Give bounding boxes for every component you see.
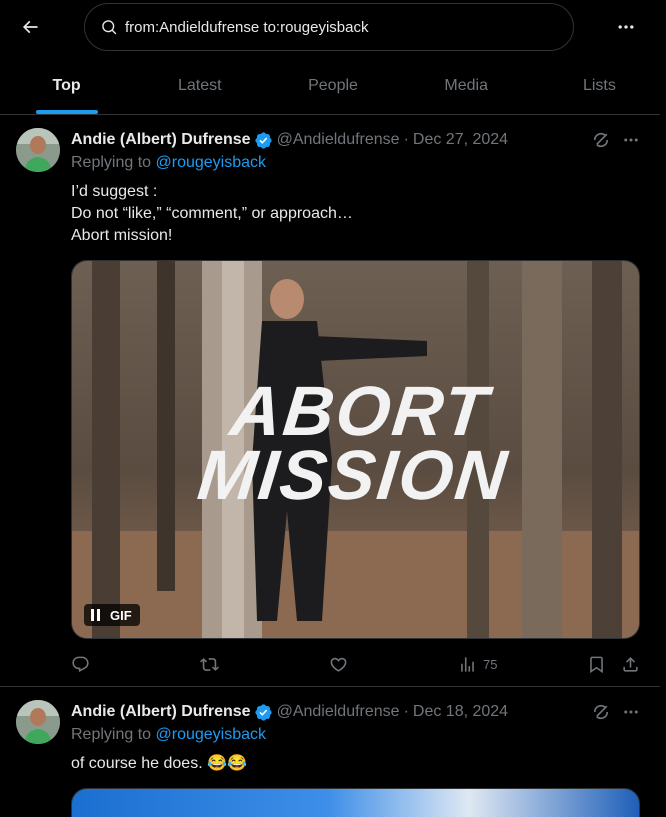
more-horizontal-icon xyxy=(624,138,638,142)
tweet-date[interactable]: Dec 18, 2024 xyxy=(413,703,508,721)
replying-to-handle[interactable]: @rougeyisback xyxy=(156,154,267,171)
share-icon xyxy=(623,656,638,672)
back-button[interactable] xyxy=(14,11,46,43)
tweet[interactable]: Andie (Albert) Dufrense @Andieldufrense … xyxy=(0,688,660,817)
replying-to: Replying to @rougeyisback xyxy=(71,726,266,744)
pause-icon xyxy=(90,609,102,621)
separator-dot: · xyxy=(403,131,409,148)
replying-to: Replying to @rougeyisback xyxy=(71,154,266,172)
scrollbar[interactable] xyxy=(660,0,666,817)
display-name[interactable]: Andie (Albert) Dufrense xyxy=(71,131,251,149)
avatar[interactable] xyxy=(16,700,60,744)
tab-label: Media xyxy=(444,77,488,94)
search-input[interactable] xyxy=(125,18,545,36)
bookmark-icon xyxy=(590,656,603,673)
tweet-text: I’d suggest : Do not “like,” “comment,” … xyxy=(71,181,353,247)
tab-media[interactable]: Media xyxy=(400,58,533,114)
bookmark-button[interactable] xyxy=(587,652,606,676)
active-tab-indicator xyxy=(35,110,98,114)
gif-badge[interactable]: GIF xyxy=(84,604,140,626)
tweet-gif[interactable]: ABORT MISSION GIF xyxy=(71,260,640,639)
tweet[interactable]: Andie (Albert) Dufrense @Andieldufrense … xyxy=(0,116,660,687)
gif-overlay-line: MISSION xyxy=(194,436,513,514)
share-button[interactable] xyxy=(621,652,640,676)
tweet-text-line: Do not “like,” “comment,” or approach… xyxy=(71,205,353,222)
more-horizontal-icon xyxy=(624,710,638,714)
more-options-button[interactable] xyxy=(610,11,642,43)
reply-button[interactable] xyxy=(71,652,90,676)
tweet-media[interactable] xyxy=(71,788,640,817)
repost-icon xyxy=(200,657,219,671)
tweet-date[interactable]: Dec 27, 2024 xyxy=(413,131,508,149)
replying-to-label: Replying to xyxy=(71,726,152,743)
tweet-actions: 75 xyxy=(71,652,644,676)
replying-to-label: Replying to xyxy=(71,154,152,171)
repost-button[interactable] xyxy=(200,652,219,676)
separator-dot: · xyxy=(403,703,409,720)
views-button[interactable]: 75 xyxy=(458,652,497,676)
user-handle[interactable]: @Andieldufrense xyxy=(277,703,400,721)
search-icon xyxy=(99,17,119,37)
heart-icon xyxy=(330,657,347,672)
tab-label: Latest xyxy=(178,77,222,94)
grok-button[interactable] xyxy=(590,129,612,151)
tab-lists[interactable]: Lists xyxy=(533,58,666,114)
tweet-text-line: I’d suggest : xyxy=(71,183,158,200)
search-box[interactable] xyxy=(84,3,574,51)
more-horizontal-icon xyxy=(618,25,634,29)
tab-label: Top xyxy=(52,77,81,94)
verified-badge-icon xyxy=(254,703,273,722)
tweet-header: Andie (Albert) Dufrense @Andieldufrense … xyxy=(71,701,508,723)
grok-button[interactable] xyxy=(590,701,612,723)
grok-icon xyxy=(593,132,609,148)
avatar[interactable] xyxy=(16,128,60,172)
user-handle[interactable]: @Andieldufrense xyxy=(277,131,400,149)
tweet-text: of course he does. 😂😂 xyxy=(71,755,247,772)
tab-top[interactable]: Top xyxy=(0,58,133,114)
verified-badge-icon xyxy=(254,131,273,150)
tab-latest[interactable]: Latest xyxy=(133,58,266,114)
tweet-more-button[interactable] xyxy=(620,129,642,151)
gif-label: GIF xyxy=(110,607,132,623)
gif-overlay-text: ABORT MISSION xyxy=(72,372,639,514)
tab-label: People xyxy=(308,77,358,94)
gif-overlay-line: ABORT xyxy=(226,372,493,450)
display-name[interactable]: Andie (Albert) Dufrense xyxy=(71,703,251,721)
tweet-header: Andie (Albert) Dufrense @Andieldufrense … xyxy=(71,129,508,151)
search-tabs: Top Latest People Media Lists xyxy=(0,58,666,115)
arrow-left-icon xyxy=(22,20,38,34)
views-icon xyxy=(461,656,474,672)
tab-people[interactable]: People xyxy=(266,58,399,114)
views-count: 75 xyxy=(483,656,498,672)
tab-label: Lists xyxy=(582,77,616,94)
top-bar xyxy=(0,0,666,54)
like-button[interactable] xyxy=(329,652,348,676)
grok-icon xyxy=(593,704,609,720)
reply-icon xyxy=(72,656,89,672)
tweet-text-line: Abort mission! xyxy=(71,227,173,244)
tweet-more-button[interactable] xyxy=(620,701,642,723)
replying-to-handle[interactable]: @rougeyisback xyxy=(156,726,267,743)
